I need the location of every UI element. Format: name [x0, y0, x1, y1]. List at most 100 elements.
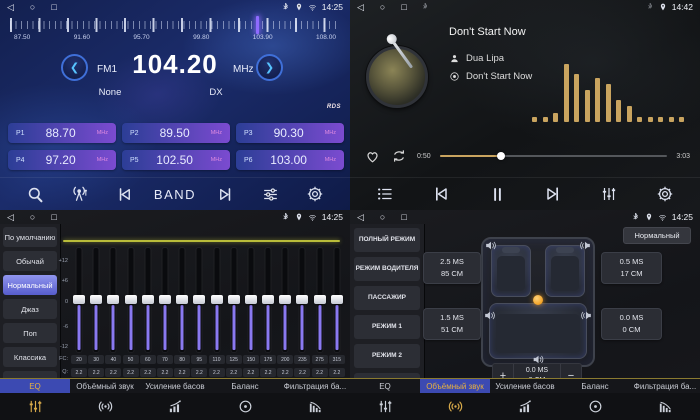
audio-tab[interactable]: Усиление басов [490, 379, 560, 393]
eq-band-slider[interactable] [294, 248, 310, 352]
eq-band-slider[interactable] [277, 248, 293, 352]
dock-surround-icon[interactable] [70, 393, 140, 420]
radio-preset-button[interactable]: P5 102.50 MHz [122, 150, 230, 170]
favorite-heart-icon[interactable] [364, 148, 381, 165]
dock-bass-filter-icon[interactable] [630, 393, 700, 420]
band-button[interactable]: BAND [154, 181, 196, 207]
radio-preset-button[interactable]: P3 90.30 MHz [236, 123, 344, 143]
eq-preset-item[interactable]: Поп [3, 323, 57, 343]
progress-knob[interactable] [497, 152, 505, 160]
listening-mode-button[interactable]: ПАССАЖИР [354, 286, 420, 310]
front-right-delay-button[interactable]: 0.5 MS 17 CM [601, 252, 662, 284]
nav-home-icon[interactable]: ○ [380, 210, 385, 224]
eq-band-handle[interactable] [296, 295, 308, 304]
dock-eq-icon[interactable] [350, 393, 420, 420]
eq-band-handle[interactable] [331, 295, 343, 304]
audio-tab[interactable]: Фильтрация ба... [280, 379, 350, 393]
radio-preset-button[interactable]: P1 88.70 MHz [8, 123, 116, 143]
eq-band-slider[interactable] [157, 248, 173, 352]
eq-band-handle[interactable] [211, 295, 223, 304]
settings-button[interactable] [650, 181, 680, 207]
eq-band-handle[interactable] [142, 295, 154, 304]
audio-tab[interactable]: EQ [0, 379, 70, 393]
tune-down-button[interactable]: ❮ [61, 54, 88, 81]
eq-band-slider[interactable] [88, 248, 104, 352]
nav-recents-icon[interactable]: □ [51, 210, 56, 224]
nav-home-icon[interactable]: ○ [30, 210, 35, 224]
audio-tab[interactable]: Баланс [560, 379, 630, 393]
eq-band-slider[interactable] [329, 248, 345, 352]
radio-preset-button[interactable]: P2 89.50 MHz [122, 123, 230, 143]
listening-position-dot[interactable] [533, 295, 543, 305]
eq-band-slider[interactable] [260, 248, 276, 352]
nav-back-icon[interactable]: ◁ [7, 0, 14, 14]
listening-mode-button[interactable]: РЕЖИМ ВОДИТЕЛЯ [354, 257, 420, 281]
eq-band-handle[interactable] [314, 295, 326, 304]
eq-preset-item[interactable]: Классика [3, 347, 57, 367]
repeat-icon[interactable] [390, 147, 408, 165]
eq-preset-item[interactable]: Джаз [3, 299, 57, 319]
nav-recents-icon[interactable]: □ [51, 0, 56, 14]
audio-settings-button[interactable] [255, 181, 285, 207]
audio-tab[interactable]: Баланс [210, 379, 280, 393]
front-left-delay-button[interactable]: 2.5 MS 85 CM [423, 252, 481, 284]
eq-preset-item[interactable]: Нормальный [3, 275, 57, 295]
eq-preset-item[interactable]: Обычай [3, 251, 57, 271]
dock-bass-boost-icon[interactable] [490, 393, 560, 420]
radio-preset-button[interactable]: P4 97.20 MHz [8, 150, 116, 170]
eq-band-handle[interactable] [193, 295, 205, 304]
listening-mode-button[interactable]: РЕЖИМ 2 [354, 344, 420, 368]
eq-band-slider[interactable] [105, 248, 121, 352]
eq-band-handle[interactable] [245, 295, 257, 304]
dock-balance-icon[interactable] [560, 393, 630, 420]
eq-band-handle[interactable] [228, 295, 240, 304]
eq-band-slider[interactable] [140, 248, 156, 352]
pause-button[interactable] [482, 181, 512, 207]
nav-back-icon[interactable]: ◁ [357, 0, 364, 14]
eq-band-slider[interactable] [312, 248, 328, 352]
eq-band-handle[interactable] [73, 295, 85, 304]
eq-band-handle[interactable] [262, 295, 274, 304]
equalizer-button[interactable] [594, 181, 624, 207]
dock-balance-icon[interactable] [210, 393, 280, 420]
dock-bass-boost-icon[interactable] [140, 393, 210, 420]
previous-track-button[interactable] [426, 181, 456, 207]
dial-pointer[interactable] [256, 16, 259, 34]
radio-preset-button[interactable]: P6 103.00 MHz [236, 150, 344, 170]
nav-recents-icon[interactable]: □ [401, 210, 406, 224]
nav-back-icon[interactable]: ◁ [7, 210, 14, 224]
eq-band-slider[interactable] [209, 248, 225, 352]
nav-home-icon[interactable]: ○ [380, 0, 385, 14]
eq-band-slider[interactable] [174, 248, 190, 352]
eq-band-handle[interactable] [125, 295, 137, 304]
nav-back-icon[interactable]: ◁ [357, 210, 364, 224]
eq-band-handle[interactable] [107, 295, 119, 304]
audio-tab[interactable]: EQ [350, 379, 420, 393]
dock-bass-filter-icon[interactable] [280, 393, 350, 420]
prev-station-button[interactable] [109, 181, 139, 207]
settings-button[interactable] [300, 181, 330, 207]
dock-eq-icon[interactable] [0, 393, 70, 420]
eq-band-handle[interactable] [279, 295, 291, 304]
playlist-button[interactable] [370, 181, 400, 207]
rear-left-delay-button[interactable]: 1.5 MS 51 CM [423, 308, 481, 340]
next-track-button[interactable] [538, 181, 568, 207]
rear-right-delay-button[interactable]: 0.0 MS 0 CM [601, 308, 662, 340]
profile-button[interactable]: Нормальный [623, 227, 691, 244]
eq-band-handle[interactable] [159, 295, 171, 304]
audio-tab[interactable]: Фильтрация ба... [630, 379, 700, 393]
eq-band-slider[interactable] [226, 248, 242, 352]
nav-home-icon[interactable]: ○ [30, 0, 35, 14]
eq-band-handle[interactable] [90, 295, 102, 304]
eq-preset-item[interactable]: По умолчанию [3, 227, 57, 247]
listening-mode-button[interactable]: РЕЖИМ 1 [354, 315, 420, 339]
audio-tab[interactable]: Объёмный звук [70, 379, 140, 393]
frequency-dial[interactable]: 87.50 91.60 95.70 99.80 103.90 108.00 [10, 18, 340, 42]
audio-tab[interactable]: Усиление басов [140, 379, 210, 393]
eq-band-slider[interactable] [71, 248, 87, 352]
eq-band-slider[interactable] [191, 248, 207, 352]
search-stations-button[interactable] [20, 181, 50, 207]
audio-tab[interactable]: Объёмный звук [420, 379, 490, 393]
tune-up-button[interactable]: ❯ [256, 54, 283, 81]
next-station-button[interactable] [211, 181, 241, 207]
